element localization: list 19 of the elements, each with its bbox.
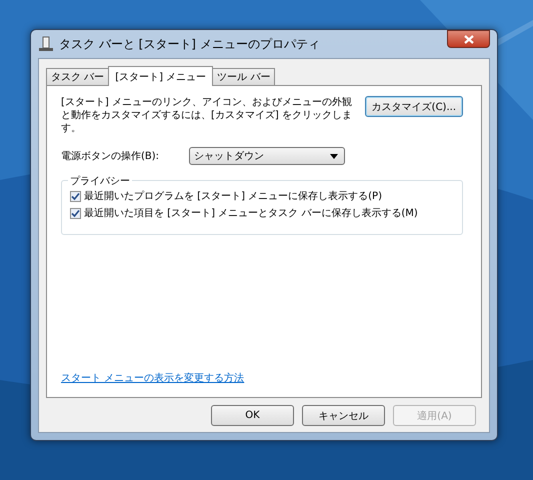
dropdown-arrow-icon — [330, 154, 338, 158]
description-text: [スタート] メニューのリンク、アイコン、およびメニューの外観と動作をカスタマイズするには、[カスタマイズ] をクリックします。 — [61, 96, 353, 135]
window-title: タスク バーと [スタート] メニューのプロパティ — [59, 36, 321, 52]
power-button-label: 電源ボタンの操作(B): — [61, 150, 160, 163]
checkbox-label: 最近開いた項目を [スタート] メニューとタスク バーに保存し表示する(M) — [84, 206, 418, 220]
dialog-button[interactable]: OK — [211, 405, 294, 426]
checkbox[interactable] — [70, 190, 81, 202]
customize-button[interactable]: カスタマイズ(C)... — [364, 96, 463, 117]
tab[interactable]: ツール バー — [212, 68, 276, 85]
help-link[interactable]: スタート メニューの表示を変更する方法 — [61, 371, 244, 385]
checkbox[interactable] — [70, 208, 81, 218]
dialog-button[interactable]: キャンセル — [302, 405, 385, 426]
group-title: プライバシー — [68, 174, 132, 188]
tab[interactable]: タスク バー — [46, 68, 110, 85]
tab[interactable]: [スタート] メニュー — [108, 66, 214, 86]
power-action-dropdown[interactable]: シャットダウン — [189, 147, 345, 165]
close-button[interactable] — [447, 30, 490, 48]
checkbox-label: 最近開いたプログラムを [スタート] メニューに保存し表示する(P) — [84, 190, 382, 203]
close-icon — [464, 34, 474, 44]
